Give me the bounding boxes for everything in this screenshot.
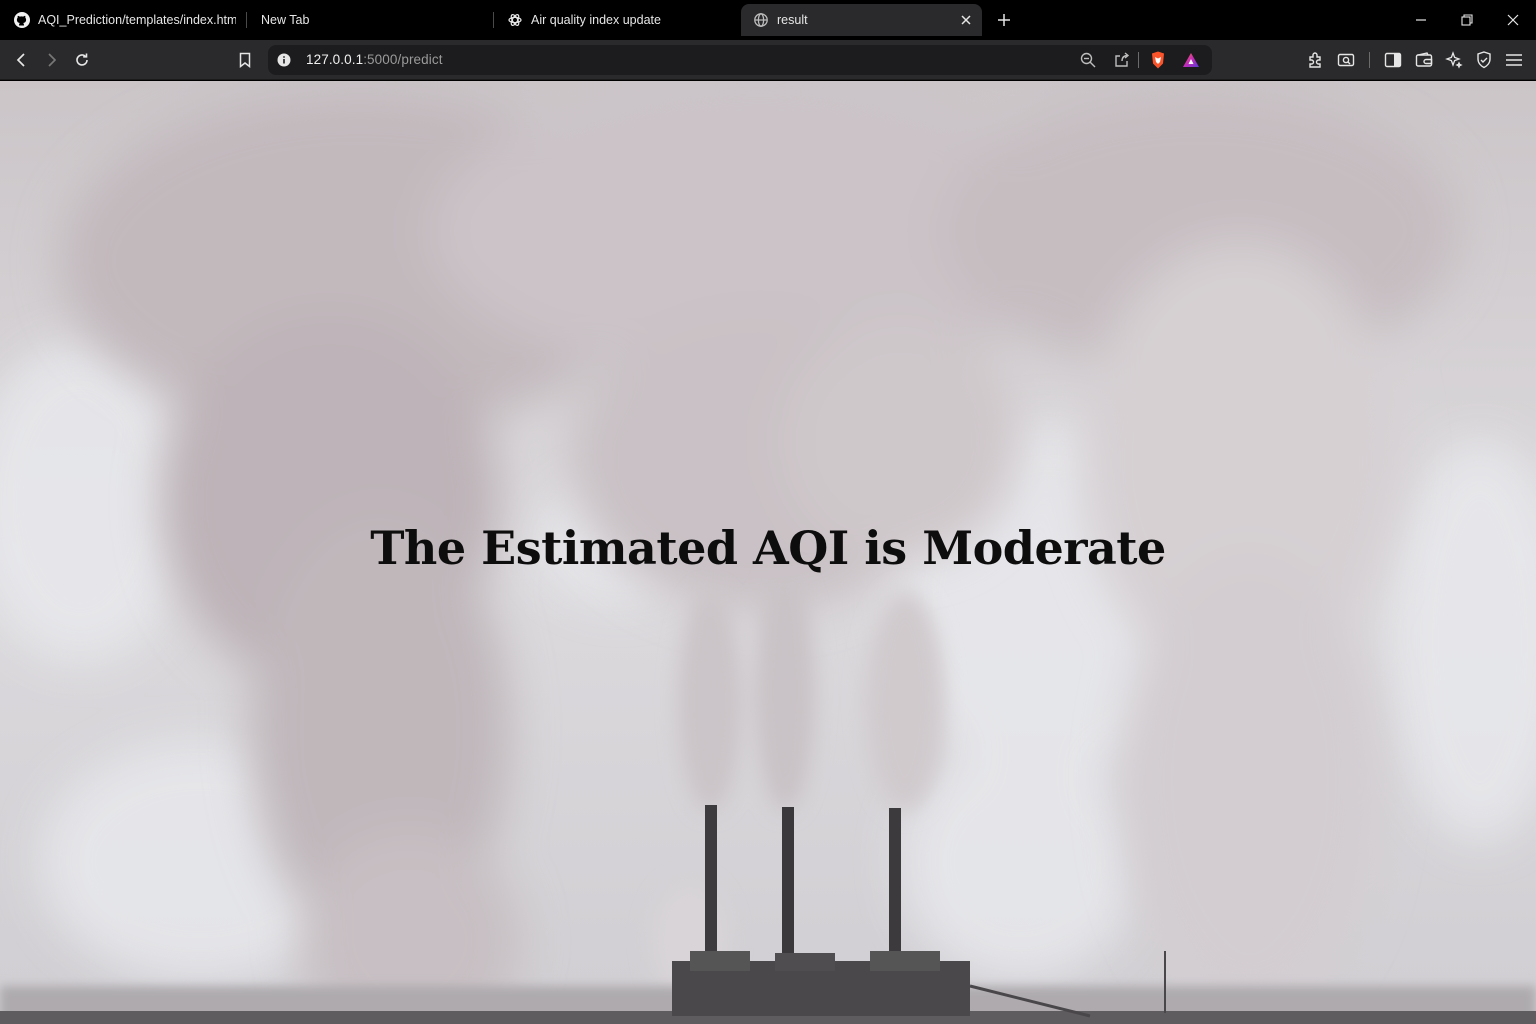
forward-button[interactable] [40, 49, 62, 71]
divider [1369, 52, 1370, 68]
aqi-result-heading: The Estimated AQI is Moderate [370, 521, 1166, 575]
brave-rewards-icon[interactable] [1180, 49, 1202, 71]
tab-separator [493, 12, 494, 28]
zoom-icon[interactable] [1077, 49, 1099, 71]
share-icon[interactable] [1111, 49, 1133, 71]
tab-title: Air quality index update [531, 13, 661, 27]
globe-icon [753, 12, 769, 28]
tab-new-tab[interactable]: New Tab [261, 4, 481, 36]
url-text[interactable]: 127.0.0.1:5000/predict [306, 52, 443, 67]
openai-icon [507, 12, 523, 28]
vpn-icon[interactable] [1473, 49, 1495, 71]
restore-button[interactable] [1455, 8, 1479, 32]
close-window-button[interactable] [1501, 8, 1525, 32]
site-info-icon[interactable] [273, 49, 295, 71]
page-viewport: The Estimated AQI is Moderate [0, 81, 1536, 1024]
new-tab-button[interactable] [994, 10, 1014, 30]
extensions-icon[interactable] [1305, 49, 1327, 71]
minimize-button[interactable] [1409, 8, 1433, 32]
reader-mode-icon[interactable] [1335, 49, 1357, 71]
tab-github[interactable]: AQI_Prediction/templates/index.html [14, 4, 236, 36]
github-icon [14, 12, 30, 28]
menu-icon[interactable] [1503, 49, 1525, 71]
tab-title: AQI_Prediction/templates/index.html [38, 13, 236, 27]
reload-button[interactable] [71, 49, 93, 71]
tab-title: New Tab [261, 13, 310, 27]
sidebar-icon[interactable] [1382, 49, 1404, 71]
close-tab-icon[interactable] [958, 12, 974, 28]
url-host: 127.0.0.1 [306, 52, 364, 67]
bookmark-button[interactable] [234, 49, 256, 71]
tab-air-quality[interactable]: Air quality index update [507, 4, 727, 36]
back-button[interactable] [11, 49, 33, 71]
wallet-icon[interactable] [1413, 49, 1435, 71]
tab-separator [246, 12, 247, 28]
leo-ai-icon[interactable] [1443, 49, 1465, 71]
tab-result[interactable]: result [741, 4, 982, 36]
url-path: :5000/predict [363, 52, 443, 67]
brave-shields-icon[interactable] [1147, 49, 1169, 71]
divider [1138, 52, 1139, 68]
tab-title: result [777, 13, 808, 27]
tab-strip: AQI_Prediction/templates/index.html New … [0, 0, 1536, 40]
